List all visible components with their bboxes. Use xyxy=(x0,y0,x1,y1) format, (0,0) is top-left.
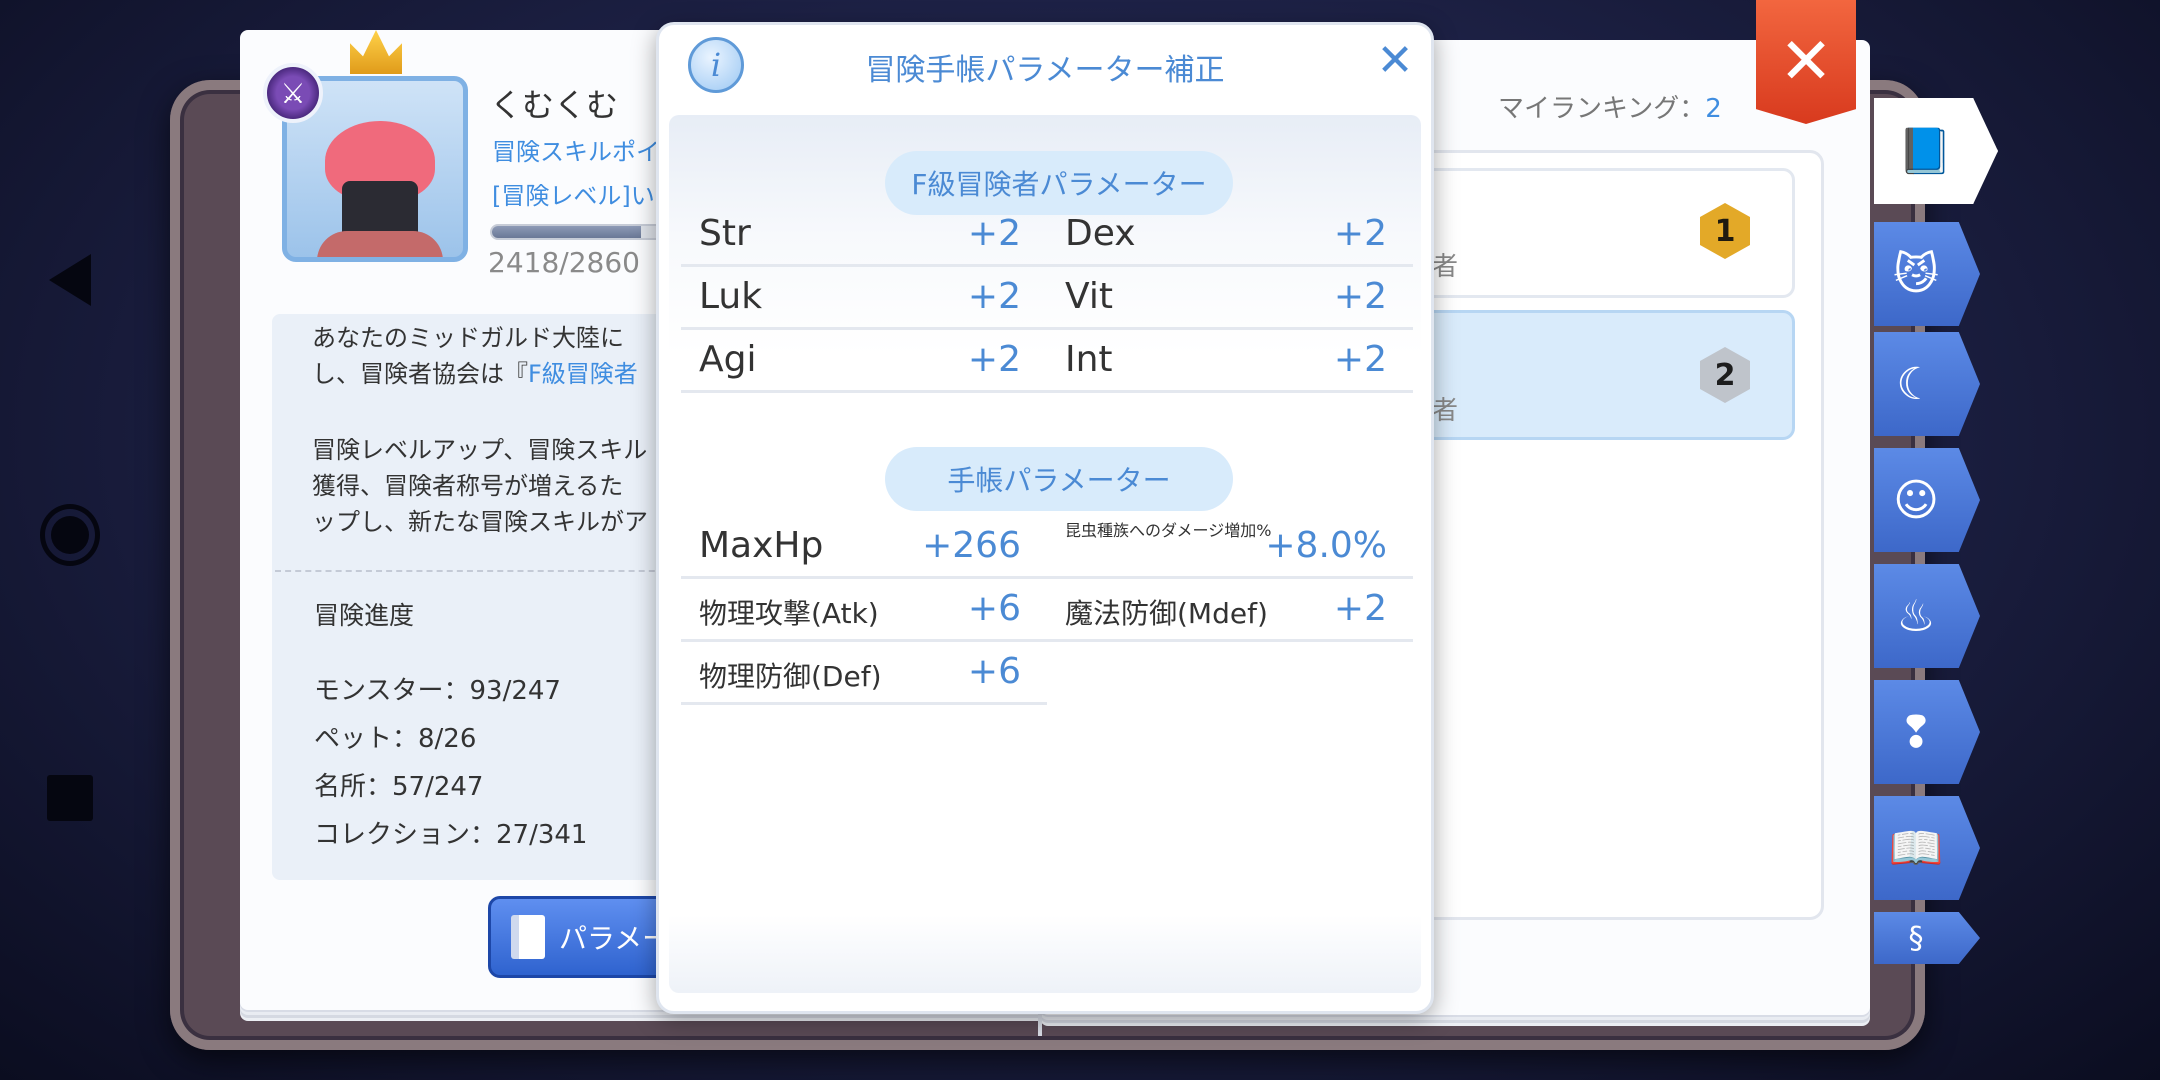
divider xyxy=(275,570,675,572)
adventure-level-label: [冒険レベル]い xyxy=(492,182,655,210)
param-name: Luk xyxy=(699,276,763,317)
head-exclaim-icon: ❢ xyxy=(1897,706,1935,758)
my-ranking-label: マイランキング： xyxy=(1498,94,1706,124)
profile-name: くむくむ xyxy=(490,86,619,124)
book-icon: 📘 xyxy=(1897,126,1953,177)
my-ranking-value: 2 xyxy=(1705,94,1722,124)
skill-points-label: 冒険スキルポイ xyxy=(492,138,660,166)
tab-cooking[interactable]: ♨ xyxy=(1874,564,1980,668)
tab-monsters[interactable]: 😼 xyxy=(1874,222,1980,326)
param-value: +8.0% xyxy=(1265,525,1387,566)
progress-pet: ペット：8/26 xyxy=(314,724,477,754)
silver-medal-icon: 2 xyxy=(1688,344,1762,406)
close-icon: ✕ xyxy=(1376,35,1414,86)
description-paragraph-2: 冒険レベルアップ、冒険スキル 獲得、冒険者称号が増えるた ップし、新たな冒険スキ… xyxy=(312,432,672,540)
close-icon: ✕ xyxy=(1779,25,1833,99)
xp-bar xyxy=(490,224,670,240)
class-badge-icon[interactable]: ⚔ xyxy=(263,63,323,123)
param-cell: Agi +2 xyxy=(681,331,1047,393)
description-paragraph-1: あなたのミッドガルド大陸に し、冒険者協会は『F級冒険者 xyxy=(312,320,672,392)
parameter-correction-dialog: i 冒険手帳パラメーター補正 ✕ F級冒険者パラメーター Str +2 Dex … xyxy=(656,22,1434,1014)
param-value: +2 xyxy=(1333,276,1387,317)
progress-collection: コレクション：27/341 xyxy=(314,820,588,850)
param-value: +2 xyxy=(1333,588,1387,629)
avatar-body xyxy=(317,231,443,257)
description-line-5: ップし、新たな冒険スキルがア xyxy=(312,508,648,536)
my-ranking: マイランキング：2 xyxy=(1498,88,1722,125)
param-value: +2 xyxy=(967,276,1021,317)
tab-scroll[interactable]: § xyxy=(1874,912,1980,964)
ranking-row-text: 者 xyxy=(1432,396,1459,426)
param-cell: 昆虫種族へのダメージ増加% +8.0% xyxy=(1047,517,1413,579)
param-name: Int xyxy=(1065,339,1113,380)
description-line-3: 冒険レベルアップ、冒険スキル xyxy=(312,436,648,464)
param-cell: Dex +2 xyxy=(1047,205,1413,267)
param-name: Agi xyxy=(699,339,757,380)
param-name: Str xyxy=(699,213,751,254)
xp-text: 2418/2860 xyxy=(488,246,640,279)
book-icon xyxy=(511,915,545,959)
param-value: +2 xyxy=(967,213,1021,254)
tab-pets[interactable]: ☺ xyxy=(1874,448,1980,552)
param-cell: MaxHp +266 xyxy=(681,517,1047,579)
dialog-title: 冒険手帳パラメーター補正 xyxy=(865,53,1225,88)
param-value: +2 xyxy=(1333,339,1387,380)
param-value: +6 xyxy=(967,651,1021,692)
param-cell: 魔法防御(Mdef) +2 xyxy=(1047,580,1413,642)
home-circle-icon xyxy=(40,504,100,566)
rank-highlight: F級冒険者 xyxy=(528,360,638,388)
tab-horns[interactable]: ☾ xyxy=(1874,332,1980,436)
parameter-button-label: パラメー xyxy=(559,922,671,955)
medal-number: 1 xyxy=(1700,203,1750,259)
xp-bar-fill xyxy=(492,226,641,238)
param-name: Dex xyxy=(1065,213,1136,254)
param-value: +2 xyxy=(967,339,1021,380)
param-cell: Str +2 xyxy=(681,205,1047,267)
dialog-body: F級冒険者パラメーター Str +2 Dex +2 Luk +2 Vit +2 … xyxy=(669,115,1421,993)
tab-places[interactable]: 📖 xyxy=(1874,796,1980,900)
tab-adventure-book[interactable]: 📘 xyxy=(1874,98,1998,204)
medal-number: 2 xyxy=(1700,347,1750,403)
system-home-button[interactable] xyxy=(40,504,100,566)
recent-square-icon xyxy=(47,775,93,821)
param-cell: 物理防御(Def) +6 xyxy=(681,643,1047,705)
back-triangle-icon xyxy=(49,254,91,306)
param-value: +266 xyxy=(922,525,1021,566)
dialog-close-button[interactable]: ✕ xyxy=(1373,39,1417,83)
param-name: 魔法防御(Mdef) xyxy=(1065,597,1268,630)
param-value: +6 xyxy=(967,588,1021,629)
cat-face-icon: 😼 xyxy=(1893,248,1939,300)
description-line-2-prefix: し、冒険者協会は『 xyxy=(312,360,528,388)
param-cell: Luk +2 xyxy=(681,268,1047,330)
close-book-button[interactable]: ✕ xyxy=(1756,0,1856,124)
system-recent-button[interactable] xyxy=(40,768,100,828)
gold-medal-icon: 1 xyxy=(1688,200,1762,262)
blob-face-icon: ☺ xyxy=(1893,474,1939,526)
description-line-2: し、冒険者協会は『F級冒険者 xyxy=(312,356,672,392)
chef-hat-icon: ♨ xyxy=(1896,590,1936,642)
open-book-icon: 📖 xyxy=(1888,823,1944,874)
param-cell: Vit +2 xyxy=(1047,268,1413,330)
param-name: 昆虫種族へのダメージ増加% xyxy=(1065,521,1272,540)
param-name: Vit xyxy=(1065,276,1113,317)
param-name: 物理攻撃(Atk) xyxy=(699,597,879,630)
ranking-row-text: 者 xyxy=(1432,252,1459,282)
param-cell: 物理攻撃(Atk) +6 xyxy=(681,580,1047,642)
progress-title: 冒険進度 xyxy=(314,601,415,630)
param-name: 物理防御(Def) xyxy=(699,660,882,693)
scroll-icon: § xyxy=(1908,920,1924,956)
horns-icon: ☾ xyxy=(1896,358,1936,410)
tab-npc[interactable]: ❢ xyxy=(1874,680,1980,784)
section-header-notebook-params: 手帳パラメーター xyxy=(885,447,1233,511)
progress-monster: モンスター：93/247 xyxy=(314,676,561,706)
param-value: +2 xyxy=(1333,213,1387,254)
param-cell: Int +2 xyxy=(1047,331,1413,393)
param-name: MaxHp xyxy=(699,525,824,566)
description-line-4: 獲得、冒険者称号が増えるた xyxy=(312,472,624,500)
description-line-1: あなたのミッドガルド大陸に xyxy=(312,324,624,352)
progress-place: 名所：57/247 xyxy=(314,772,484,802)
system-back-button[interactable] xyxy=(40,250,100,310)
